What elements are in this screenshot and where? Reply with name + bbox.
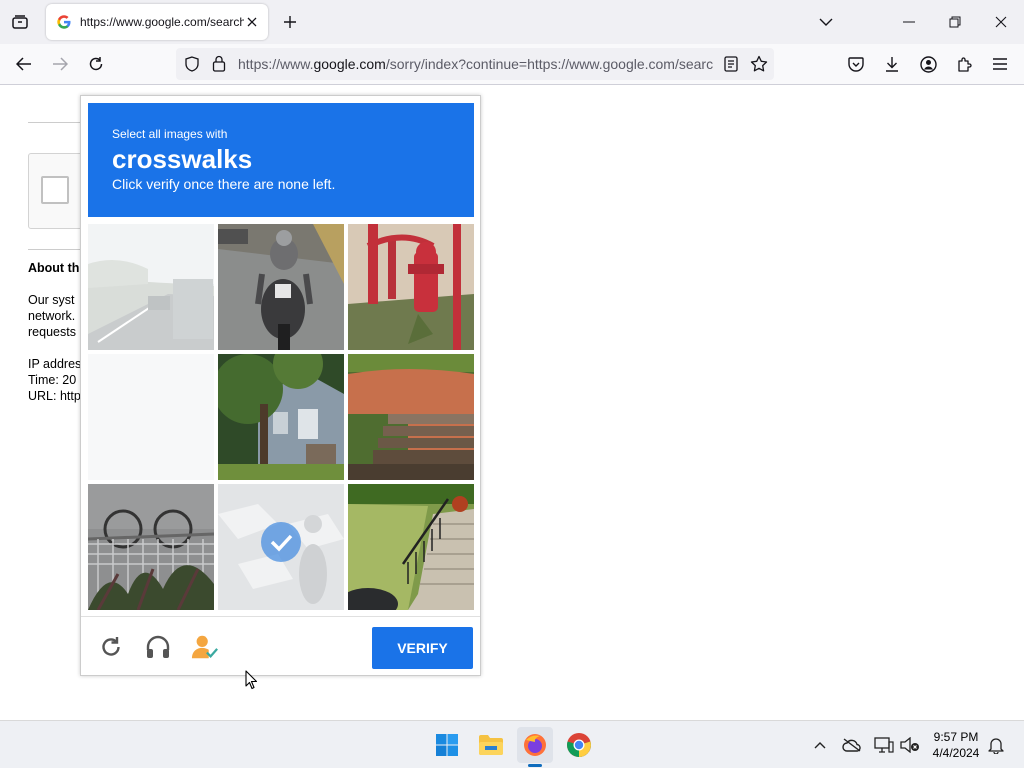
network-icon[interactable] [874, 735, 894, 755]
captcha-tile-fence[interactable] [88, 484, 214, 610]
captcha-tile-road-fog[interactable] [88, 224, 214, 350]
ip-address-line: IP addres [28, 357, 82, 371]
address-bar[interactable]: https://www.google.com/sorry/index?conti… [176, 48, 774, 80]
google-favicon-icon [56, 14, 72, 30]
url-host: google.com [313, 56, 386, 72]
forward-icon[interactable] [48, 52, 72, 76]
page-content: About th Our syst network. requests IP a… [0, 85, 1024, 720]
clock-time: 9:57 PM [933, 730, 979, 744]
about-line: requests [28, 325, 76, 339]
nav-toolbar: https://www.google.com/sorry/index?conti… [0, 44, 1024, 85]
verify-button[interactable]: VERIFY [372, 627, 473, 669]
file-explorer-icon[interactable] [473, 727, 509, 763]
url-path: /sorry/index?continue=https://www.google… [385, 56, 714, 72]
divider [28, 122, 88, 123]
captcha-tile-blank[interactable] [88, 354, 214, 480]
captcha-tile-motorcycle-crosswalk[interactable] [218, 484, 344, 610]
browser-tab[interactable]: https://www.google.com/search?q= [46, 4, 268, 40]
download-icon[interactable] [880, 52, 904, 76]
tab-list-icon[interactable] [8, 10, 32, 34]
captcha-tile-hydrant[interactable] [348, 224, 474, 350]
bookmark-star-icon[interactable] [750, 55, 768, 78]
captcha-footer: VERIFY [81, 616, 480, 676]
chevron-up-icon[interactable] [810, 735, 830, 755]
pocket-icon[interactable] [844, 52, 868, 76]
close-window-icon[interactable] [987, 8, 1015, 36]
extensions-icon[interactable] [952, 52, 976, 76]
url-text[interactable]: https://www.google.com/sorry/index?conti… [238, 56, 714, 72]
taskbar-clock[interactable]: 9:57 PM 4/4/2024 [918, 729, 994, 761]
captcha-tile-motorcycle[interactable] [218, 224, 344, 350]
reader-view-icon[interactable] [724, 56, 738, 77]
chevron-down-icon[interactable] [814, 10, 838, 34]
divider [28, 249, 88, 250]
active-app-indicator [528, 764, 542, 767]
captcha-instruction: Click verify once there are none left. [112, 176, 336, 192]
onedrive-icon[interactable] [842, 735, 862, 755]
recaptcha-checkbox[interactable] [41, 176, 69, 204]
mouse-cursor-icon [245, 670, 258, 690]
about-title: About th [28, 261, 80, 275]
url-prefix: https://www. [238, 56, 314, 72]
captcha-image-grid [88, 224, 474, 610]
captcha-tile-steps-wall[interactable] [348, 354, 474, 480]
info-person-check-icon[interactable] [191, 633, 219, 661]
restore-icon[interactable] [941, 8, 969, 36]
chrome-icon[interactable] [561, 727, 597, 763]
shield-icon[interactable] [184, 56, 200, 77]
volume-muted-icon[interactable] [900, 735, 920, 755]
captcha-subtitle: Select all images with [112, 127, 228, 141]
tab-title: https://www.google.com/search?q= [80, 15, 244, 29]
headphones-icon[interactable] [144, 633, 172, 661]
url-line: URL: http [28, 389, 81, 403]
menu-icon[interactable] [988, 52, 1012, 76]
time-line: Time: 20 [28, 373, 77, 387]
captcha-header: Select all images with crosswalks Click … [88, 103, 474, 217]
firefox-icon[interactable] [517, 727, 553, 767]
lock-icon[interactable] [212, 55, 226, 77]
clock-date: 4/4/2024 [932, 746, 980, 760]
captcha-tile-house[interactable] [218, 354, 344, 480]
about-line: network. [28, 309, 76, 323]
about-line: Our syst [28, 293, 75, 307]
captcha-keyword: crosswalks [112, 144, 253, 174]
reload-icon[interactable] [84, 52, 108, 76]
notification-bell-icon[interactable] [986, 735, 1006, 755]
account-icon[interactable] [916, 52, 940, 76]
reload-challenge-icon[interactable] [97, 633, 125, 661]
captcha-tile-stairs-railing[interactable] [348, 484, 474, 610]
about-section: About th Our syst network. requests IP a… [28, 260, 81, 404]
close-tab-icon[interactable] [244, 14, 260, 30]
new-tab-icon[interactable] [278, 10, 302, 34]
captcha-challenge: Select all images with crosswalks Click … [80, 95, 481, 676]
taskbar: 9:57 PM 4/4/2024 [0, 720, 1024, 768]
tab-bar: https://www.google.com/search?q= [0, 0, 1024, 44]
minimize-icon[interactable] [895, 8, 923, 36]
windows-start-icon[interactable] [429, 727, 465, 763]
back-icon[interactable] [12, 52, 36, 76]
